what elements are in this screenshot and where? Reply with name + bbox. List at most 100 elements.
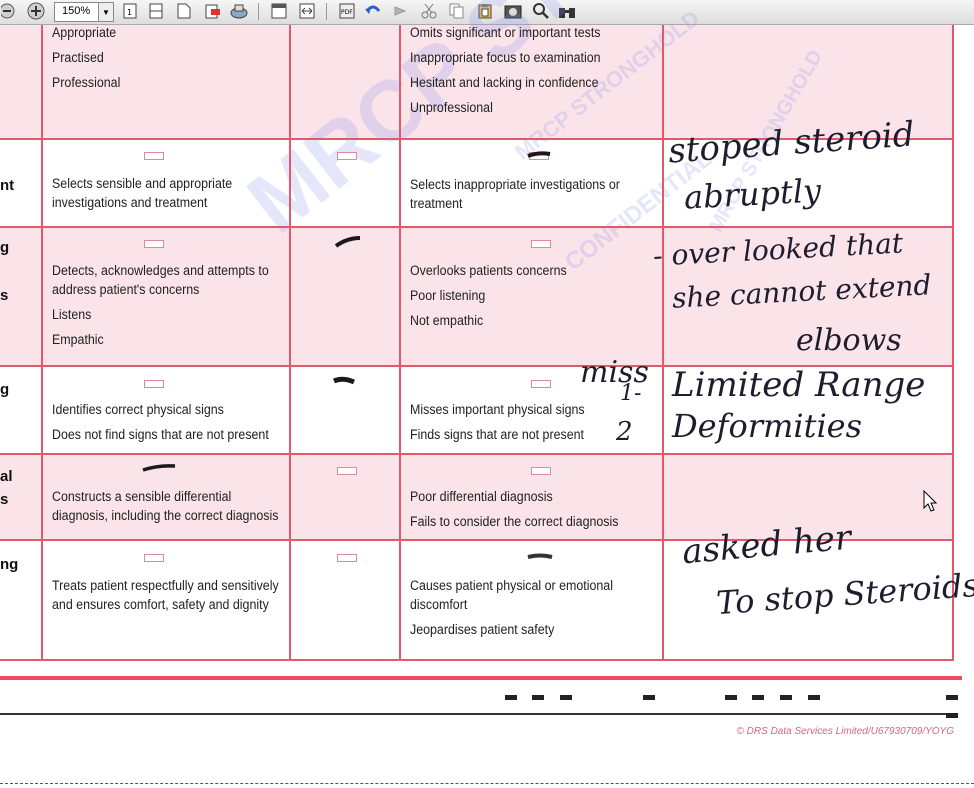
timing-mark xyxy=(505,695,517,700)
checkbox[interactable] xyxy=(144,554,164,562)
descriptor-text: address patient's concerns xyxy=(52,282,200,297)
positive-descriptors: Treats patient respectfully and sensitiv… xyxy=(52,576,279,614)
row-label: ng xyxy=(0,556,19,573)
zoom-out-icon[interactable] xyxy=(0,2,18,20)
checkbox[interactable] xyxy=(337,152,357,160)
pen-mark xyxy=(527,553,553,559)
descriptor-text: Omits significant or important tests xyxy=(410,25,601,40)
negative-descriptors: Poor differential diagnosis Fails to con… xyxy=(410,487,618,531)
handwritten-note: 2 xyxy=(616,417,633,447)
grid-line xyxy=(289,25,291,661)
negative-descriptors: Causes patient physical or emotional dis… xyxy=(410,576,613,639)
pen-mark xyxy=(142,464,176,472)
toolbar-separator xyxy=(326,3,327,20)
descriptor-text: Appropriate xyxy=(52,25,117,40)
descriptor-text: Constructs a sensible differential xyxy=(52,489,232,504)
descriptor-text: Identifies correct physical signs xyxy=(52,402,224,417)
zoom-select[interactable]: 150% ▼ xyxy=(54,2,114,22)
descriptor-text: Listens xyxy=(52,307,92,322)
grid-line xyxy=(0,226,954,228)
grid-line xyxy=(662,25,664,661)
row-label: g xyxy=(0,381,10,398)
descriptor-text: investigations and treatment xyxy=(52,195,208,210)
print-icon[interactable] xyxy=(230,2,248,20)
bottom-line xyxy=(0,713,958,715)
forward-icon[interactable] xyxy=(392,2,410,20)
zoom-in-icon[interactable] xyxy=(27,2,45,20)
row-label: al xyxy=(0,468,13,485)
checkbox[interactable] xyxy=(337,467,357,475)
chevron-down-icon[interactable]: ▼ xyxy=(98,3,113,21)
negative-descriptors: Overlooks patients concerns Poor listeni… xyxy=(410,261,567,330)
row-label: s xyxy=(0,287,9,304)
bottom-rule xyxy=(0,676,962,680)
descriptor-text: discomfort xyxy=(410,597,468,612)
positive-descriptors: Selects sensible and appropriate investi… xyxy=(52,174,232,212)
handwritten-note: Limited Range xyxy=(672,365,926,405)
handwritten-note: To stop Steroids xyxy=(714,565,974,623)
document-page: MRCP STRONG MRCP STRONGHOLD CONFIDENTIAL… xyxy=(0,0,974,788)
svg-text:PDF: PDF xyxy=(341,9,353,16)
descriptor-text: Finds signs that are not present xyxy=(410,427,584,442)
rotate-icon[interactable]: PDF xyxy=(338,2,356,20)
checkbox[interactable] xyxy=(531,240,551,248)
continuous-page-icon[interactable] xyxy=(148,2,164,20)
grid-line xyxy=(0,659,954,661)
descriptor-text: Jeopardises patient safety xyxy=(410,622,555,637)
handwritten-note: elbows xyxy=(796,323,902,358)
back-icon[interactable] xyxy=(364,2,382,20)
save-icon[interactable] xyxy=(270,2,288,20)
descriptor-text: treatment xyxy=(410,196,463,211)
pen-mark xyxy=(334,236,361,248)
checkbox[interactable] xyxy=(531,380,551,388)
descriptor-text: Hesitant and lacking in confidence xyxy=(410,75,599,90)
timing-mark xyxy=(946,695,958,700)
descriptor-text: diagnosis, including the correct diagnos… xyxy=(52,508,279,523)
descriptor-text: Misses important physical signs xyxy=(410,402,585,417)
timing-mark xyxy=(752,695,764,700)
descriptor-text: Unprofessional xyxy=(410,100,493,115)
positive-descriptors: Constructs a sensible differential diagn… xyxy=(52,487,278,525)
checkbox[interactable] xyxy=(144,240,164,248)
grid-line xyxy=(41,25,43,661)
checkbox[interactable] xyxy=(144,380,164,388)
export-icon[interactable] xyxy=(204,2,222,20)
toolbar-separator xyxy=(258,3,259,20)
handwritten-note: Deformities xyxy=(672,407,863,445)
copyright-footer: © DRS Data Services Limited/U67930709/YO… xyxy=(736,726,954,737)
checkbox[interactable] xyxy=(531,467,551,475)
grid-line xyxy=(0,453,954,455)
descriptor-text: Not empathic xyxy=(410,313,484,328)
single-page-icon[interactable]: 1 xyxy=(122,2,138,20)
grid-line xyxy=(952,25,954,661)
checkbox[interactable] xyxy=(144,152,164,160)
fit-width-icon[interactable] xyxy=(298,2,316,20)
descriptor-text: Selects sensible and appropriate xyxy=(52,176,233,191)
svg-text:1: 1 xyxy=(127,8,132,17)
row-label: s xyxy=(0,491,9,508)
checkbox[interactable] xyxy=(337,554,357,562)
zoom-value: 150% xyxy=(62,5,91,17)
handwritten-note: abruptly xyxy=(683,171,823,217)
pen-mark xyxy=(332,376,356,385)
descriptor-text: Fails to consider the correct diagnosis xyxy=(410,514,619,529)
negative-descriptors: Selects inappropriate investigations or … xyxy=(410,175,620,213)
descriptor-text: Does not find signs that are not present xyxy=(52,427,269,442)
descriptor-text: Treats patient respectfully and sensitiv… xyxy=(52,578,279,593)
row-label: g xyxy=(0,239,10,256)
descriptor-text: Poor differential diagnosis xyxy=(410,489,553,504)
timing-mark xyxy=(725,695,737,700)
page-edge xyxy=(0,783,974,784)
negative-descriptors: Omits significant or important tests Ina… xyxy=(410,23,601,117)
positive-descriptors: Identifies correct physical signs Does n… xyxy=(52,400,269,444)
timing-mark xyxy=(560,695,572,700)
descriptor-text: Professional xyxy=(52,75,121,90)
timing-mark xyxy=(780,695,792,700)
positive-descriptors: Appropriate Practised Professional xyxy=(52,23,120,92)
timing-mark xyxy=(532,695,544,700)
descriptor-text: Empathic xyxy=(52,332,104,347)
descriptor-text: Poor listening xyxy=(410,288,486,303)
descriptor-text: Causes patient physical or emotional xyxy=(410,578,613,593)
descriptor-text: Detects, acknowledges and attempts to xyxy=(52,263,269,278)
fit-page-icon[interactable] xyxy=(176,2,192,20)
